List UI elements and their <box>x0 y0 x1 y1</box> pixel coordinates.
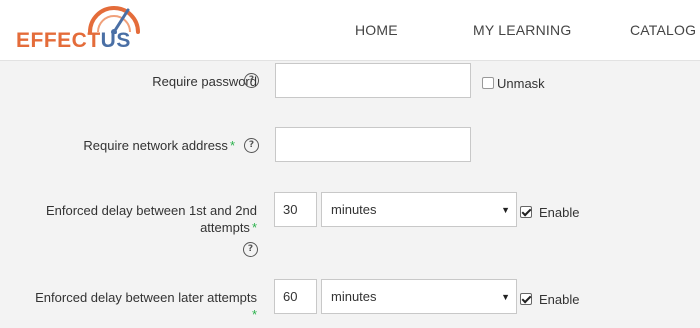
require-network-input[interactable] <box>275 127 471 162</box>
dropdown-arrow-icon: ▼ <box>501 292 510 302</box>
nav-my-learning[interactable]: MY LEARNING <box>473 22 571 38</box>
required-asterisk: * <box>251 307 257 322</box>
delay-later-enable-checkbox[interactable] <box>520 293 532 305</box>
effectus-logo[interactable]: EFFECTUS <box>16 2 140 56</box>
help-icon[interactable]: ? <box>243 242 258 257</box>
require-network-label-text: Require network address <box>83 138 228 153</box>
delay-first-second-enable-label: Enable <box>539 205 580 220</box>
delay-later-unit-select[interactable]: minutes ▼ <box>321 279 517 314</box>
require-password-input[interactable] <box>275 63 471 98</box>
delay-first-second-enable-checkbox[interactable] <box>520 206 532 218</box>
logo-text-accent: US <box>100 29 131 52</box>
unmask-checkbox[interactable] <box>482 77 494 89</box>
require-network-label: Require network address * <box>17 137 235 154</box>
delay-first-second-unit-value: minutes <box>331 202 377 217</box>
nav-home[interactable]: HOME <box>355 22 398 38</box>
unmask-label: Unmask <box>497 76 545 91</box>
delay-later-label: Enforced delay between later attempts * <box>17 289 257 323</box>
top-header: EFFECTUS HOME MY LEARNING CATALOG <box>0 0 700 61</box>
delay-first-second-unit-select[interactable]: minutes ▼ <box>321 192 517 227</box>
required-asterisk: * <box>251 220 257 235</box>
delay-first-second-value-input[interactable]: 30 <box>274 192 317 227</box>
dropdown-arrow-icon: ▼ <box>501 205 510 215</box>
delay-first-second-label: Enforced delay between 1st and 2nd attem… <box>17 202 257 236</box>
delay-first-second-label-line1: Enforced delay between 1st and 2nd <box>45 203 257 218</box>
delay-later-unit-value: minutes <box>331 289 377 304</box>
require-password-label: Require password <box>17 73 257 90</box>
delay-first-second-label-line2: attempts <box>200 220 250 235</box>
require-password-label-text: Require password <box>152 74 257 89</box>
delay-later-label-text: Enforced delay between later attempts <box>35 290 257 305</box>
help-icon[interactable]: ? <box>244 138 259 153</box>
help-icon[interactable]: ? <box>244 73 259 88</box>
delay-later-value-input[interactable]: 60 <box>274 279 317 314</box>
delay-later-enable-label: Enable <box>539 292 580 307</box>
nav-catalog[interactable]: CATALOG <box>630 22 696 38</box>
required-asterisk: * <box>229 138 235 153</box>
logo-text-main: EFFECT <box>16 29 101 52</box>
logo-text: EFFECTUS <box>16 29 131 53</box>
